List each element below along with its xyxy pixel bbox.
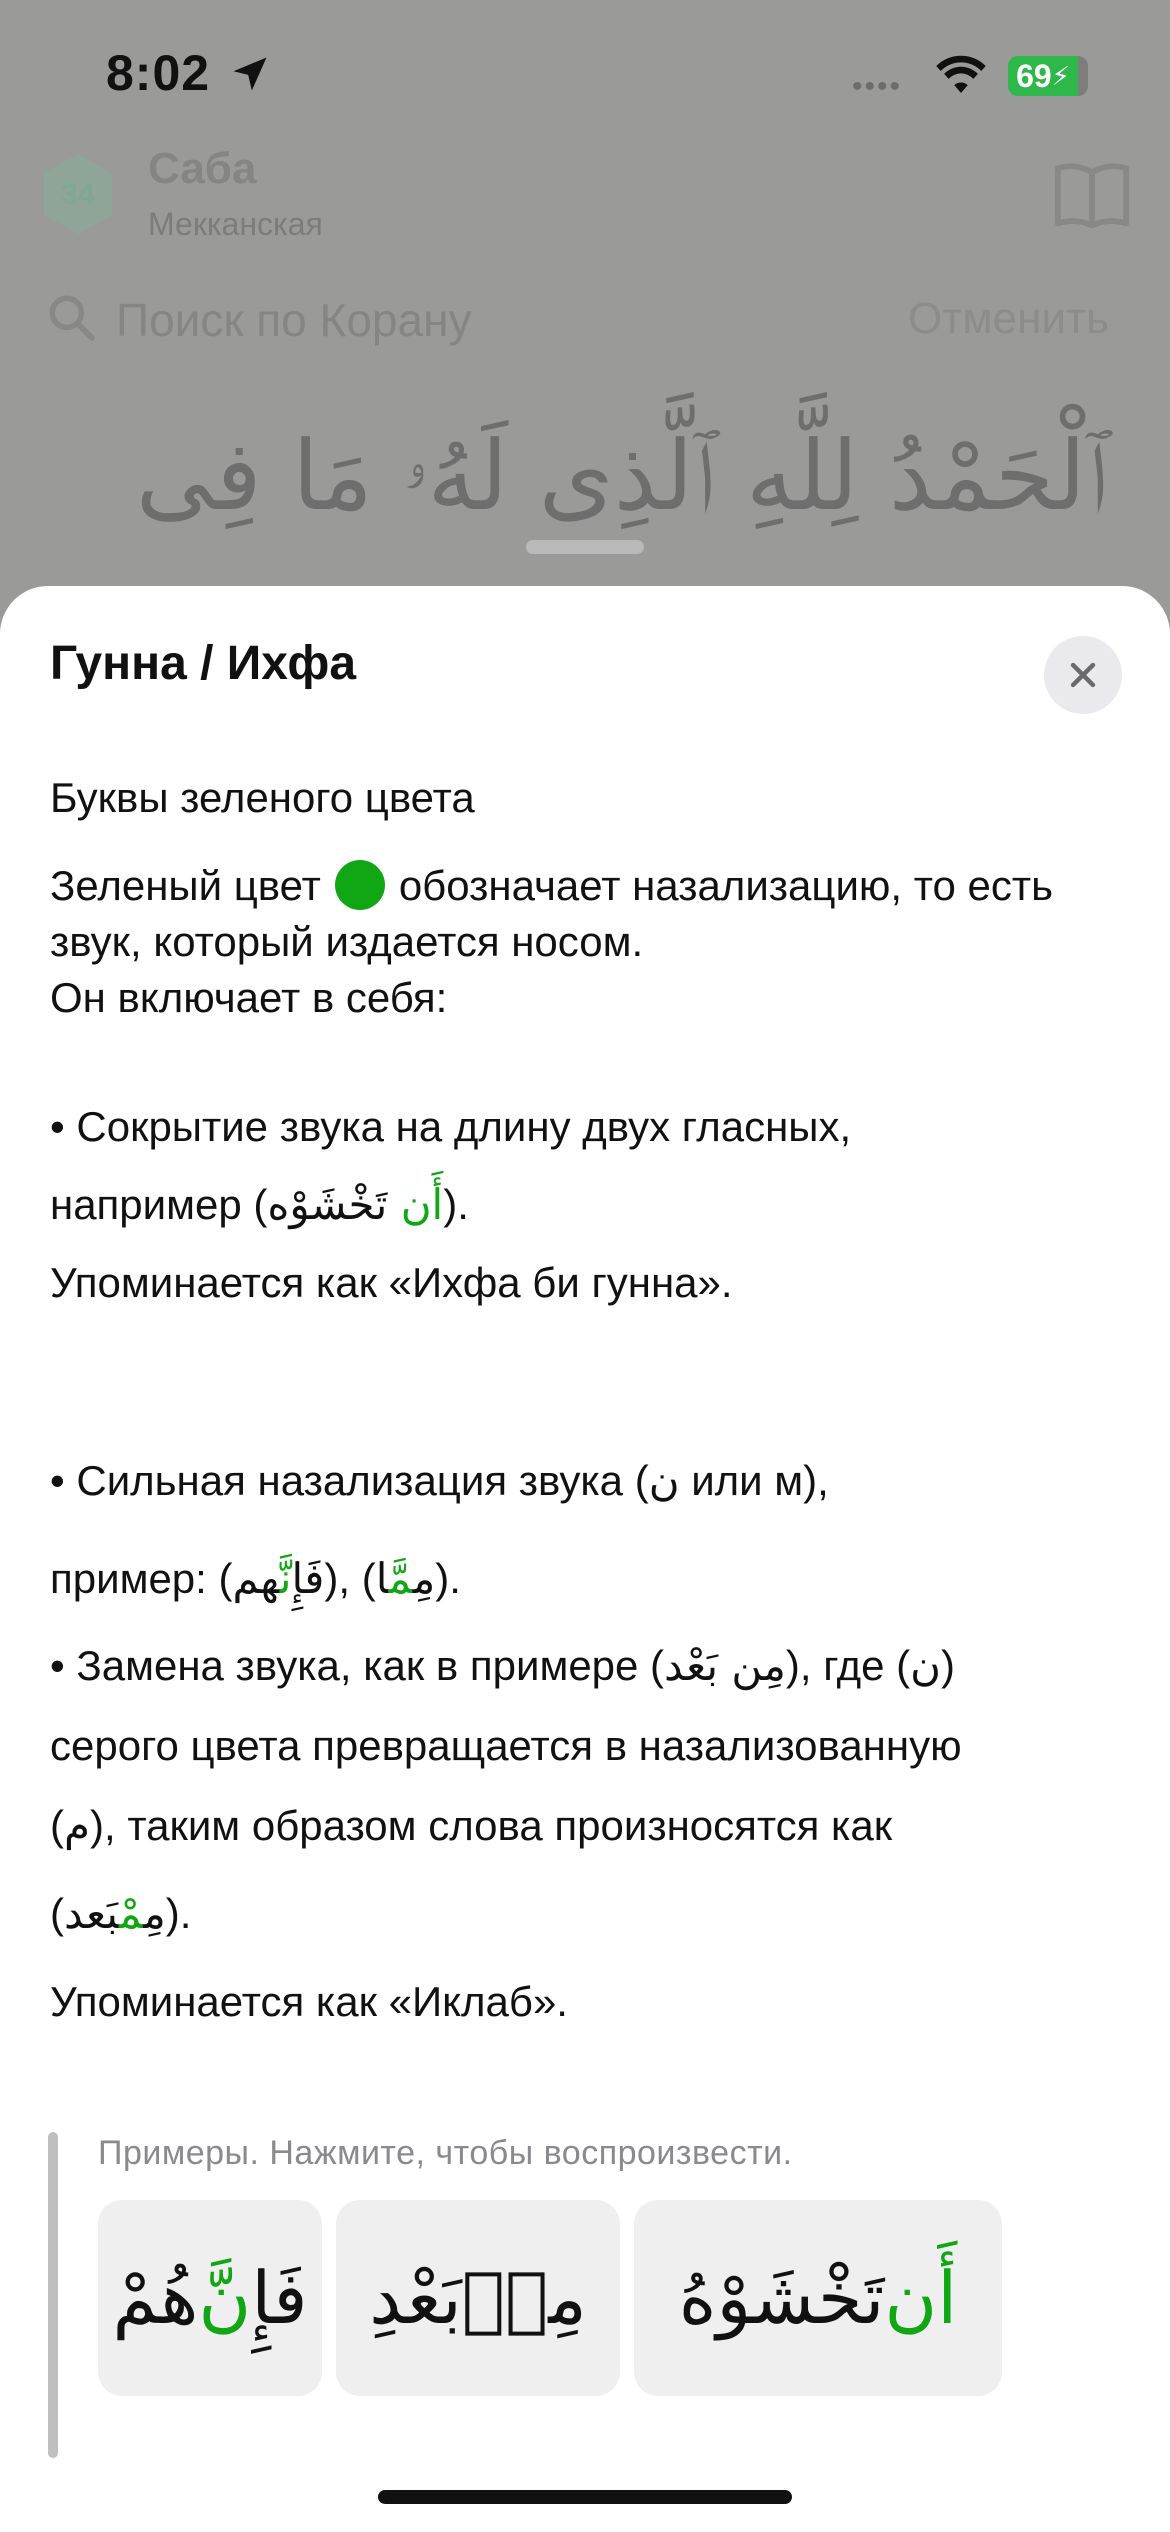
examples-accent-bar: [48, 2132, 58, 2458]
description-text: Зеленый цвет: [50, 862, 321, 909]
battery-level: 69: [1016, 57, 1052, 94]
battery-icon: 69 ⚡: [1008, 56, 1088, 96]
surah-number: 34: [61, 178, 95, 211]
arabic-text: ن: [648, 1456, 680, 1505]
status-time: 8:02: [106, 45, 211, 101]
description-text: Он включает в себя:: [50, 974, 448, 1021]
background-screen: 8:02 •••• 69⚡ 34 Саба Мекканская Отменит…: [0, 0, 1170, 640]
search-icon: [49, 295, 95, 341]
example-button-an-takhshawh[interactable]: أَن تَخْشَوْهُ: [634, 2200, 1002, 2396]
example-button-min-badi[interactable]: مِنۢ بَعْدِ: [336, 2200, 620, 2396]
arabic-green: نَّ: [279, 1554, 292, 1603]
book-icon[interactable]: [1054, 160, 1130, 230]
description-paragraph: Зеленый цвет обозначает назализацию, то е…: [50, 858, 1130, 1026]
ayah-text: ٱلْحَمْدُ لِلَّهِ ٱلَّذِى لَهُۥ مَا فِى: [135, 420, 1108, 532]
home-indicator: [378, 2490, 792, 2504]
example-button-fainnahum[interactable]: فَإِ نَّ هُمْ: [98, 2200, 322, 2396]
green-dot-icon: [334, 860, 385, 910]
wifi-icon: [936, 55, 986, 93]
examples-caption: Примеры. Нажмите, чтобы воспроизвести.: [98, 2134, 793, 2172]
sheet-grabber[interactable]: [526, 540, 644, 554]
tajweed-info-sheet: Гунна / Ихфа Буквы зеленого цвета Зелены…: [0, 586, 1170, 2532]
arabic-green: مْ: [118, 1889, 144, 1938]
signal-icon: ••••: [852, 70, 903, 103]
arabic-text: تَخْشَوْه: [267, 1180, 401, 1229]
surah-place: Мекканская: [148, 206, 323, 242]
arabic-green: مَّ: [388, 1554, 413, 1603]
surah-name[interactable]: Саба: [148, 144, 256, 194]
cancel-search-button[interactable]: Отменить: [908, 294, 1109, 344]
arabic-text: مِن بَعْد: [664, 1641, 786, 1690]
close-icon: [1070, 662, 1096, 688]
arabic-text: ن: [910, 1641, 941, 1690]
bullet-ikhfa: • Сокрытие звука на длину двух гласных, …: [50, 1103, 852, 1306]
location-arrow-icon: [233, 57, 267, 91]
sheet-subtitle: Буквы зеленого цвета: [50, 774, 475, 821]
close-button[interactable]: [1044, 636, 1122, 714]
bullet-iqlab: • Замена звука, как в примере (مِن بَعْد…: [50, 1641, 962, 2025]
arabic-green: أَن: [400, 1180, 444, 1229]
search-input[interactable]: [116, 290, 816, 350]
bullet-ghunna: • Сильная назализация звука (ن или м), п…: [50, 1456, 829, 1603]
arabic-text: م: [64, 1801, 91, 1850]
sheet-title: Гунна / Ихфа: [50, 637, 357, 690]
